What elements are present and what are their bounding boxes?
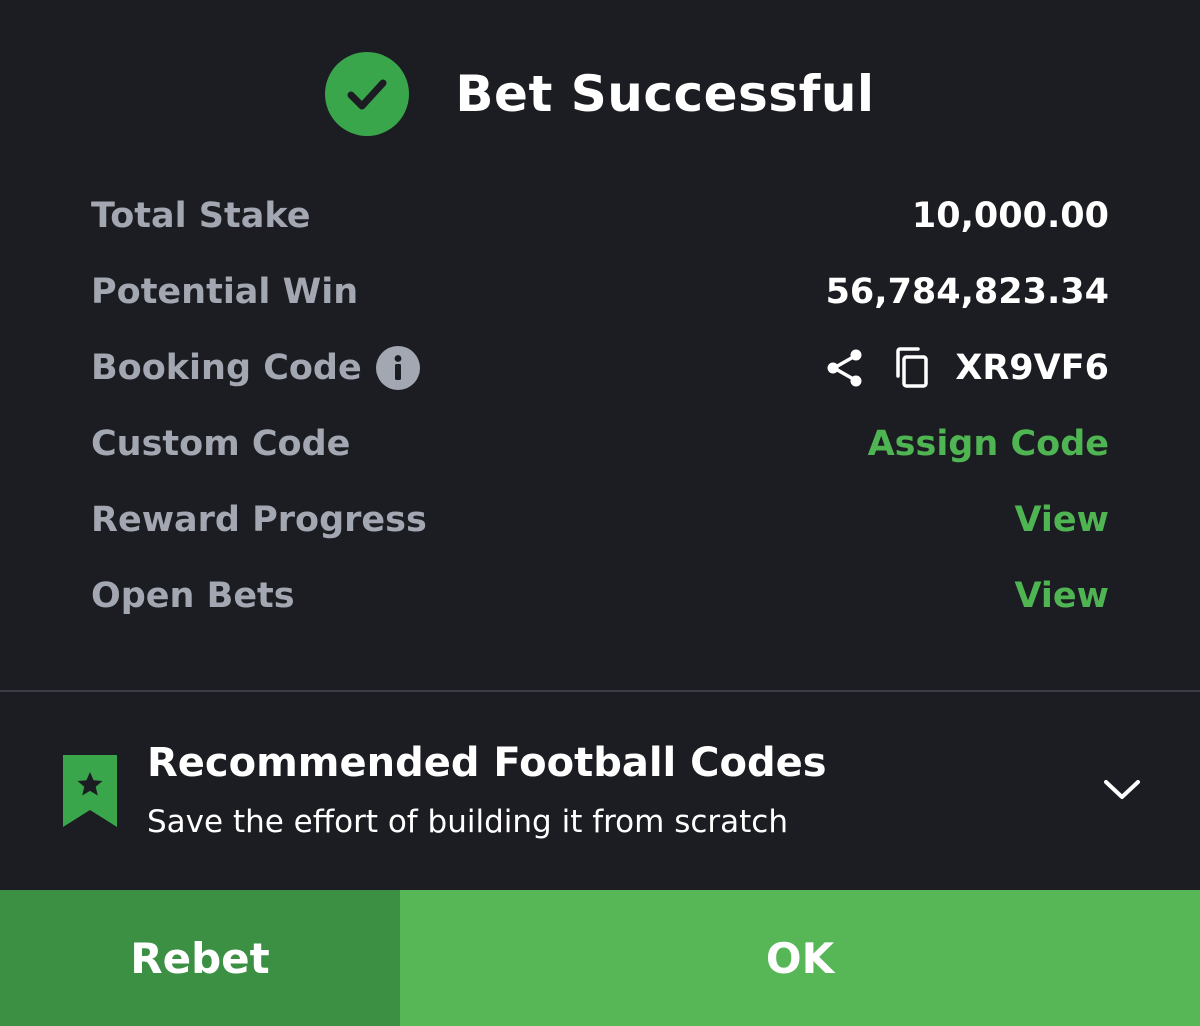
check-circle-icon (325, 52, 410, 136)
action-footer: Rebet OK (0, 890, 1200, 1026)
row-total-stake: Total Stake 10,000.00 (91, 178, 1109, 254)
row-custom-code: Custom Code Assign Code (91, 406, 1109, 482)
booking-code-value[interactable]: XR9VF6 (955, 348, 1109, 388)
ok-button[interactable]: OK (400, 890, 1200, 1026)
rebet-button[interactable]: Rebet (0, 890, 400, 1026)
booking-code-label: Booking Code (91, 348, 362, 388)
booking-code-value-group: XR9VF6 (825, 347, 1109, 389)
assign-code-link[interactable]: Assign Code (868, 424, 1109, 464)
recommended-title: Recommended Football Codes (147, 740, 827, 786)
row-open-bets: Open Bets View (91, 558, 1109, 634)
chevron-down-icon[interactable] (1100, 772, 1144, 808)
booking-code-actions (825, 347, 931, 389)
total-stake-label: Total Stake (91, 196, 311, 236)
potential-win-value: 56,784,823.34 (825, 272, 1109, 312)
custom-code-label: Custom Code (91, 424, 351, 464)
open-bets-view-link[interactable]: View (1014, 576, 1109, 616)
bookmark-star-icon (62, 754, 118, 828)
booking-code-label-group: Booking Code (91, 346, 420, 390)
info-icon[interactable] (375, 346, 420, 390)
bet-success-screen: Bet Successful Total Stake 10,000.00 Pot… (0, 0, 1200, 1026)
row-potential-win: Potential Win 56,784,823.34 (91, 254, 1109, 330)
share-icon[interactable] (825, 347, 865, 389)
row-reward-progress: Reward Progress View (91, 482, 1109, 558)
potential-win-label: Potential Win (91, 272, 359, 312)
success-header: Bet Successful (0, 48, 1200, 140)
total-stake-value: 10,000.00 (911, 196, 1109, 236)
copy-icon[interactable] (893, 347, 931, 389)
open-bets-label: Open Bets (91, 576, 295, 616)
bet-summary: Total Stake 10,000.00 Potential Win 56,7… (91, 178, 1109, 634)
recommended-codes-panel[interactable]: Recommended Football Codes Save the effo… (0, 692, 1200, 888)
page-title: Bet Successful (455, 65, 875, 123)
row-booking-code: Booking Code XR9VF6 (91, 330, 1109, 406)
reward-progress-label: Reward Progress (91, 500, 427, 540)
recommended-subtitle: Save the effort of building it from scra… (147, 804, 788, 840)
reward-progress-view-link[interactable]: View (1014, 500, 1109, 540)
